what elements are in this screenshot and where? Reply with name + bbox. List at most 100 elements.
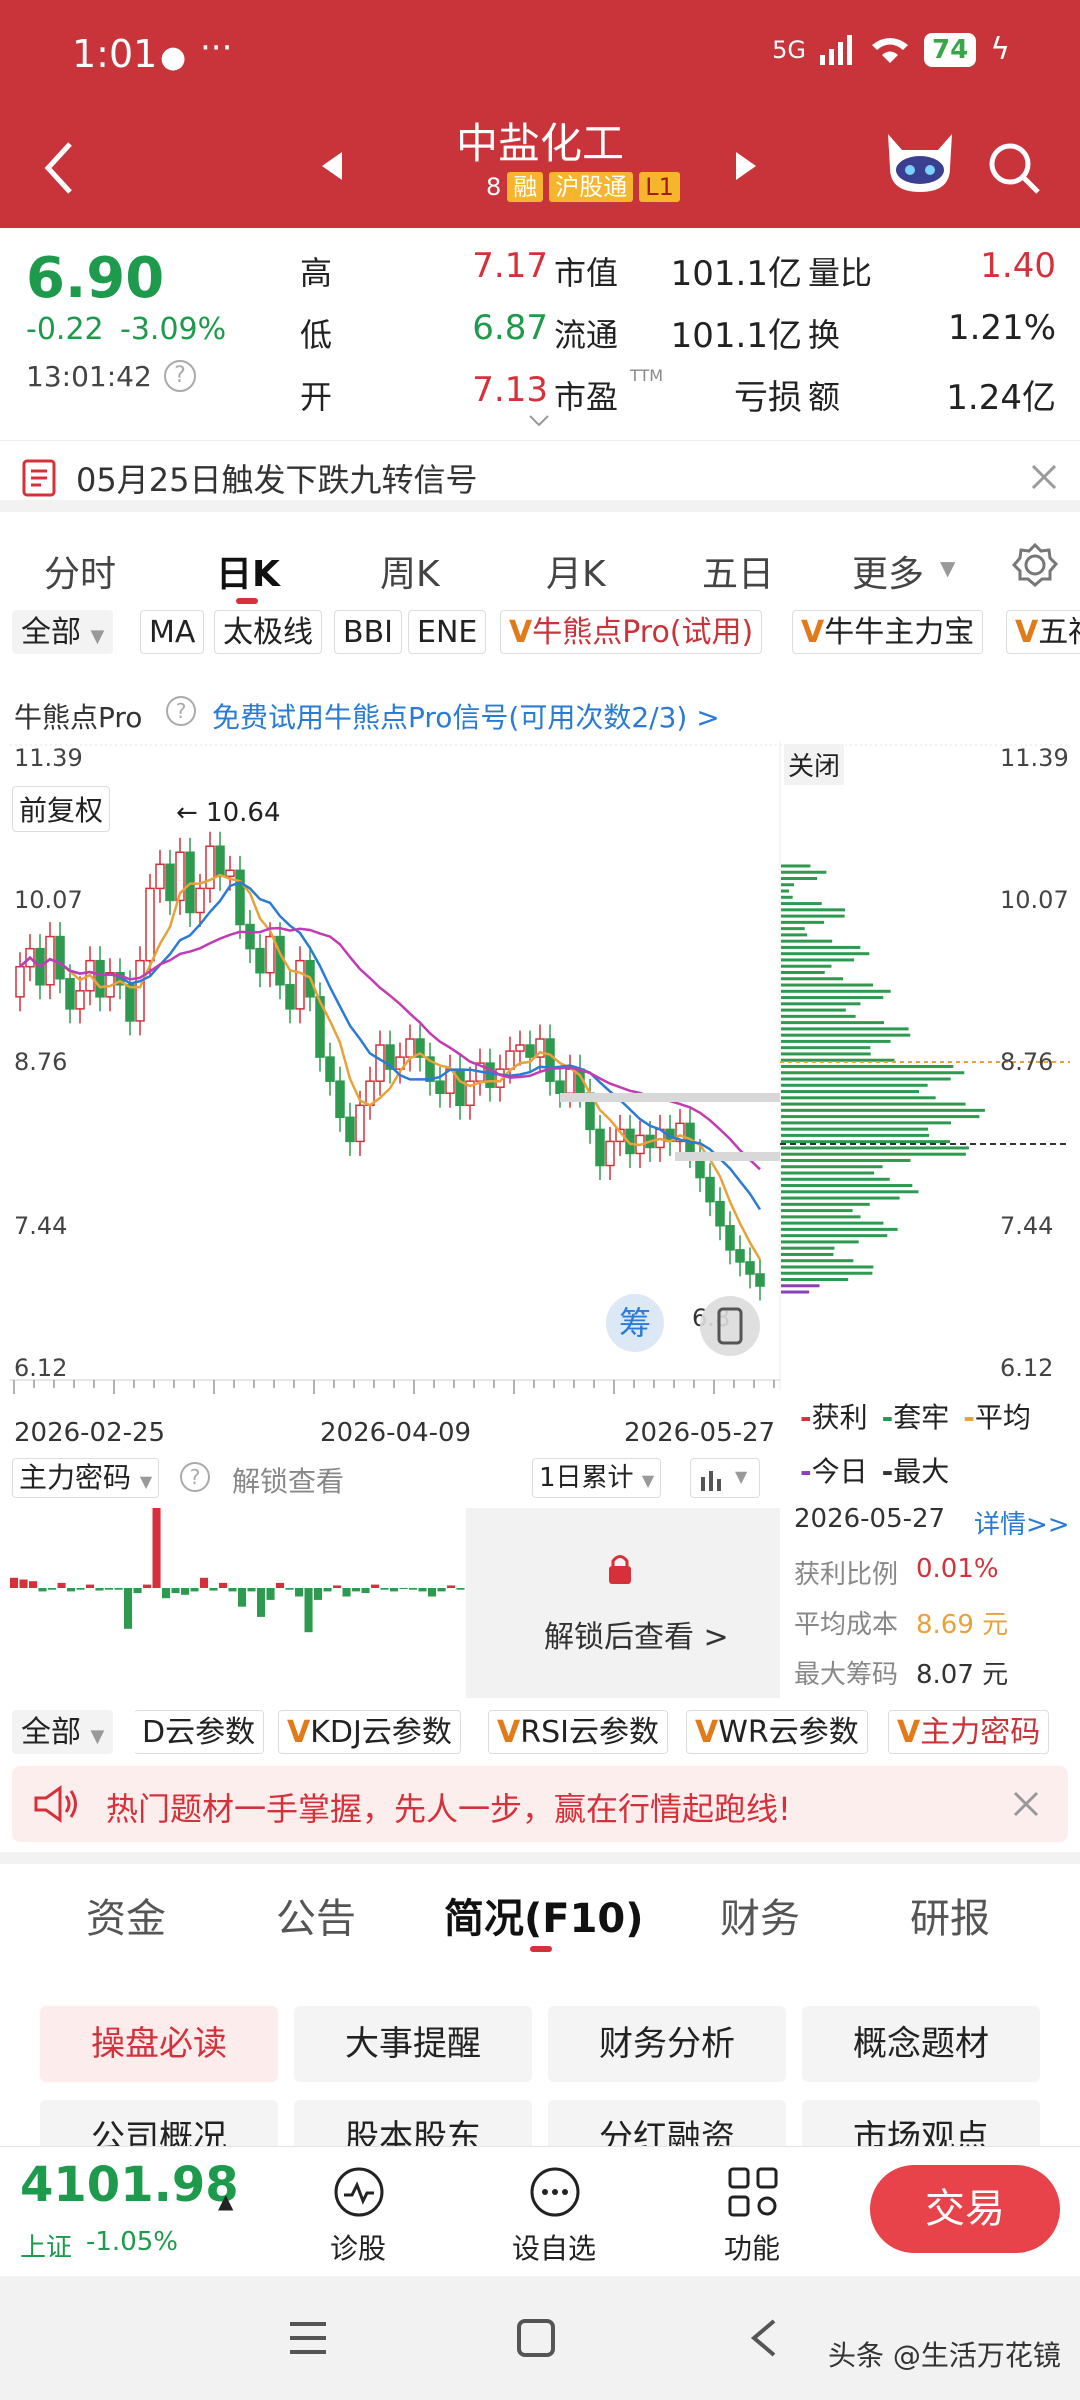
- help-icon[interactable]: ?: [164, 360, 196, 392]
- home-icon[interactable]: [516, 2318, 556, 2358]
- histogram-bar: [295, 1588, 304, 1597]
- indicator-ene[interactable]: ENE: [408, 610, 487, 654]
- nav-back-icon[interactable]: [748, 2318, 778, 2358]
- chip-bar: [781, 952, 870, 956]
- cloud-param-rsi[interactable]: VRSI云参数: [488, 1710, 668, 1754]
- signal-bar[interactable]: 05月25日触发下跌九转信号: [0, 440, 1080, 512]
- f10-finance-analysis[interactable]: 财务分析: [548, 2006, 786, 2082]
- tab-more[interactable]: 更多: [852, 545, 924, 597]
- dropdown-icon: ▼: [90, 626, 105, 647]
- avg-cost-value: 8.69 元: [916, 1610, 1009, 1640]
- chip-bar: [781, 1140, 950, 1144]
- indicator-taiji[interactable]: 太极线: [214, 610, 322, 654]
- chip-detail-link[interactable]: 详情>>: [974, 1504, 1070, 1541]
- vip-icon: V: [695, 1715, 719, 1750]
- kline-chart[interactable]: [0, 740, 1080, 1420]
- tab-announcement[interactable]: 公告: [276, 1886, 356, 1944]
- lock-icon: [609, 1555, 631, 1584]
- f10-event-reminder[interactable]: 大事提醒: [294, 2006, 532, 2082]
- candle-body: [745, 1261, 755, 1275]
- menu-icon[interactable]: [288, 2320, 328, 2356]
- candle-body: [405, 1038, 415, 1058]
- indicator-wufu[interactable]: V五福: [1006, 610, 1080, 654]
- chip-distribution: [781, 864, 985, 1294]
- histogram-bar: [29, 1581, 38, 1588]
- functions-grid-icon[interactable]: [726, 2165, 780, 2219]
- indicator-ma[interactable]: MA: [140, 610, 205, 654]
- trade-button[interactable]: 交易: [870, 2165, 1060, 2253]
- vip-icon: V: [897, 1715, 921, 1750]
- tab-f10[interactable]: 简况(F10): [444, 1886, 644, 1944]
- tab-monthly-k[interactable]: 月K: [546, 545, 606, 597]
- cloud-param-main-force[interactable]: V主力密码: [888, 1710, 1050, 1754]
- histogram-bar: [380, 1588, 389, 1590]
- expand-chevron-icon[interactable]: [528, 414, 550, 428]
- unlock-view-text[interactable]: 解锁查看: [232, 1460, 344, 1500]
- status-time: 1:01: [72, 32, 158, 76]
- chip-bar: [781, 1115, 980, 1119]
- main-force-dropdown[interactable]: 主力密码 ▼: [12, 1458, 160, 1498]
- resistance-band: [560, 1093, 780, 1102]
- candle-body: [95, 959, 105, 998]
- search-icon[interactable]: [986, 140, 1042, 196]
- cloud-param-d[interactable]: D云参数: [134, 1710, 265, 1754]
- value-mktcap: 101.1亿: [670, 254, 802, 294]
- chip-bar: [781, 1108, 985, 1112]
- chip-bar: [781, 1290, 810, 1294]
- pro-trial-link[interactable]: 免费试用牛熊点Pro信号(可用次数2/3) >: [212, 696, 720, 736]
- chip-bar: [781, 996, 884, 1000]
- histogram-bar: [19, 1579, 28, 1588]
- tab-daily-k[interactable]: 日K: [216, 545, 280, 597]
- histogram-bar: [257, 1588, 266, 1617]
- label-pe: 市盈: [554, 378, 619, 416]
- tab-research[interactable]: 研报: [910, 1886, 990, 1944]
- period-dropdown[interactable]: 1日累计 ▼: [532, 1458, 662, 1498]
- robot-assistant-icon[interactable]: [880, 128, 960, 198]
- cloud-all-dropdown[interactable]: 全部 ▼: [12, 1710, 114, 1754]
- chip-bar: [781, 977, 844, 981]
- chip-bar: [781, 1052, 871, 1056]
- nav-add-watchlist[interactable]: 设自选: [512, 2227, 596, 2267]
- chip-bar: [781, 1202, 870, 1206]
- f10-trading-guide[interactable]: 操盘必读: [40, 2006, 278, 2082]
- candle-body: [325, 1056, 335, 1082]
- help-icon[interactable]: ?: [166, 696, 196, 726]
- tab-fenshi[interactable]: 分时: [44, 545, 116, 597]
- histogram-bar: [200, 1577, 209, 1588]
- tab-weekly-k[interactable]: 周K: [380, 545, 440, 597]
- nav-functions[interactable]: 功能: [724, 2227, 780, 2267]
- unlock-panel[interactable]: 解锁后查看 >: [466, 1508, 780, 1698]
- indicator-bbi[interactable]: BBI: [334, 610, 403, 654]
- next-stock-icon[interactable]: [734, 150, 758, 182]
- histogram-bar: [181, 1588, 190, 1595]
- tab-funds[interactable]: 资金: [86, 1886, 166, 1944]
- candle-body: [365, 1080, 375, 1107]
- indicator-all-dropdown[interactable]: 全部 ▼: [12, 610, 114, 654]
- chip-close-button[interactable]: 关闭: [784, 744, 845, 785]
- f10-concept-theme[interactable]: 概念题材: [802, 2006, 1040, 2082]
- candle-body: [135, 959, 145, 1022]
- close-icon[interactable]: [1030, 463, 1058, 491]
- ad-banner[interactable]: 热门题材一手掌握，先人一步，赢在行情起跑线!: [12, 1766, 1068, 1842]
- histogram-bar: [143, 1584, 152, 1588]
- close-icon[interactable]: [1012, 1790, 1040, 1818]
- settings-icon[interactable]: [1012, 542, 1058, 588]
- chip-button[interactable]: 筹: [606, 1294, 664, 1352]
- nav-diagnosis[interactable]: 诊股: [330, 2227, 386, 2267]
- cloud-param-wr[interactable]: VWR云参数: [686, 1710, 868, 1754]
- vip-icon: V: [497, 1715, 521, 1750]
- cloud-param-kdj[interactable]: VKDJ云参数: [278, 1710, 461, 1754]
- tab-five-day[interactable]: 五日: [702, 545, 774, 597]
- indicator-bull-bear-pro[interactable]: V牛熊点Pro(试用): [500, 610, 763, 654]
- add-watchlist-icon[interactable]: [528, 2165, 582, 2219]
- help-icon[interactable]: ?: [180, 1462, 210, 1492]
- divider: [0, 1852, 1080, 1864]
- diagnosis-icon[interactable]: [332, 2165, 386, 2219]
- tab-finance[interactable]: 财务: [720, 1886, 800, 1944]
- period-label: 1日累计: [539, 1463, 634, 1493]
- indicator-niuniu[interactable]: V牛牛主力宝: [792, 610, 984, 654]
- chart-type-dropdown[interactable]: ▼: [690, 1458, 760, 1498]
- unlock-after-view[interactable]: 解锁后查看 >: [544, 1612, 729, 1656]
- index-value[interactable]: 4101.98: [20, 2157, 239, 2213]
- adjust-price-button[interactable]: 前复权: [12, 786, 111, 832]
